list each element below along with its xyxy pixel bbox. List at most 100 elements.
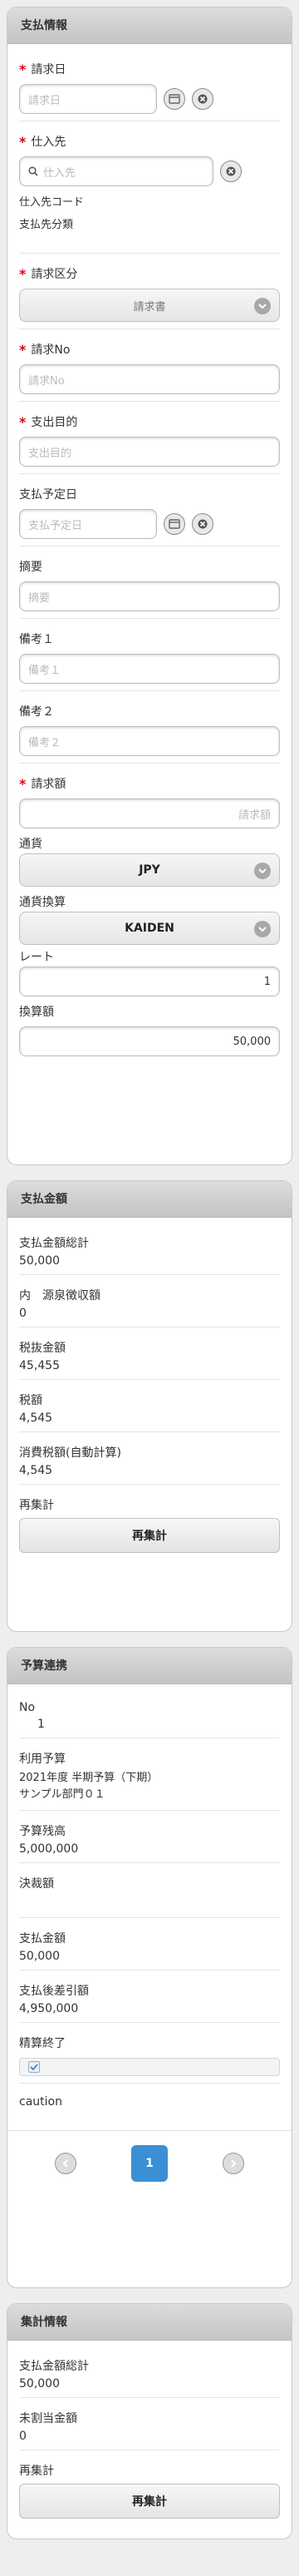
total-field: 支払金額総計 50,000	[19, 1223, 280, 1275]
field-label: 請求額	[31, 778, 66, 791]
field-label: 摘要	[19, 561, 42, 574]
recalc-button[interactable]: 再集計	[19, 2484, 280, 2519]
supplier-class-label: 支払先分類	[19, 219, 74, 231]
conversion-label: 通貨換算	[19, 896, 66, 909]
field-label: 支払金額	[19, 1932, 66, 1946]
used-budget-field: 利用予算 2021年度 半期予算（下期） サンプル部門０１	[19, 1738, 280, 1811]
invoice-no-field: * 請求No 請求No	[19, 329, 280, 402]
field-value: 0	[19, 1307, 27, 1320]
required-mark: *	[19, 775, 27, 792]
required-mark: *	[19, 61, 27, 77]
summary-info-panel: 集計情報 支払金額総計 50,000 未割当金額 0 再集計 再集計	[7, 2303, 292, 2539]
supplier-code-label: 仕入先コード	[19, 196, 85, 209]
caution-label: caution	[19, 2095, 62, 2109]
field-label: 精算終了	[19, 2037, 66, 2050]
invoice-no-input[interactable]: 請求No	[19, 364, 280, 394]
field-value: 45,455	[19, 1359, 60, 1372]
payment-info-panel: 支払情報 * 請求日 請求日 * 仕入先 仕入先 仕入先コード 支払先分類 * …	[7, 7, 292, 1165]
field-value: 5,000,000	[19, 1842, 79, 1856]
field-value: 4,950,000	[19, 2002, 79, 2015]
supplier-field: * 仕入先 仕入先 仕入先コード 支払先分類	[19, 121, 280, 254]
note1-input[interactable]: 備考１	[19, 654, 280, 684]
summary-input[interactable]: 摘要	[19, 581, 280, 611]
calendar-icon[interactable]	[164, 513, 185, 535]
next-page-button[interactable]	[223, 2152, 244, 2174]
clear-icon[interactable]	[192, 88, 213, 110]
converted-label: 換算額	[19, 1006, 54, 1019]
approved-field: 決裁額	[19, 1863, 280, 1918]
field-label: 備考２	[19, 705, 54, 719]
conversion-select[interactable]: KAIDEN	[19, 912, 280, 945]
due-date-field: 支払予定日 支払予定日	[19, 474, 280, 546]
summary-total-field: 支払金額総計 50,000	[19, 2346, 280, 2398]
required-mark: *	[19, 341, 27, 358]
field-label: 備考１	[19, 633, 54, 646]
invoice-date-field: * 請求日 請求日	[19, 49, 280, 121]
field-label: 決裁額	[19, 1877, 54, 1891]
due-date-input[interactable]: 支払予定日	[19, 509, 157, 539]
calendar-icon[interactable]	[164, 88, 185, 110]
budget-no-field: No 1	[19, 1689, 280, 1738]
settled-checkbox[interactable]	[28, 2061, 40, 2073]
field-value: 4,545	[19, 1464, 53, 1477]
rate-input[interactable]: 1	[19, 967, 280, 996]
field-value: 50,000	[19, 2377, 60, 2391]
field-value: 50,000	[19, 1254, 60, 1268]
invoice-date-input[interactable]: 請求日	[19, 84, 157, 114]
chevron-left-icon	[62, 2158, 68, 2168]
withholding-field: 内 源泉徴収額 0	[19, 1275, 280, 1328]
consumption-tax-field: 消費税額(自動計算) 4,545	[19, 1432, 280, 1485]
used-budget-line1: 2021年度 半期予算（下期）	[19, 1772, 159, 1784]
chevron-right-icon	[231, 2158, 237, 2168]
summary-recalc-field: 再集計 再集計	[19, 2450, 280, 2525]
field-label: 支出目的	[31, 416, 78, 429]
converted-input[interactable]: 50,000	[19, 1026, 280, 1056]
note2-input[interactable]: 備考２	[19, 726, 280, 756]
field-label: 再集計	[19, 1499, 54, 1512]
currency-select[interactable]: JPY	[19, 853, 280, 887]
currency-label: 通貨	[19, 838, 42, 851]
field-value: 4,545	[19, 1412, 53, 1425]
required-mark: *	[19, 413, 27, 430]
field-value: 1	[37, 1718, 45, 1731]
field-label: 予算残高	[19, 1825, 66, 1838]
field-value: 50,000	[19, 1950, 60, 1963]
used-budget-line2: サンプル部門０１	[19, 1788, 105, 1801]
field-label: 支払金額総計	[19, 1237, 89, 1250]
field-label: 請求日	[31, 63, 66, 77]
pagination: 1	[7, 2130, 292, 2195]
required-mark: *	[19, 133, 27, 150]
note2-field: 備考２ 備考２	[19, 691, 280, 764]
payment-amount-panel: 支払金額 支払金額総計 50,000 内 源泉徴収額 0 税抜金額 45,455…	[7, 1180, 292, 1632]
purpose-input[interactable]: 支出目的	[19, 437, 280, 467]
supplier-search-input[interactable]: 仕入先	[19, 156, 213, 186]
unassigned-field: 未割当金額 0	[19, 2398, 280, 2450]
current-page-button[interactable]: 1	[131, 2144, 168, 2182]
chevron-down-icon	[254, 298, 271, 314]
panel-title: 予算連携	[7, 1648, 292, 1684]
prev-page-button[interactable]	[55, 2152, 76, 2174]
recalc-button[interactable]: 再集計	[19, 1518, 280, 1553]
paid-field: 支払金額 50,000	[19, 1918, 280, 1970]
budget-panel: 予算連携 No 1 利用予算 2021年度 半期予算（下期） サンプル部門０１ …	[7, 1647, 292, 2288]
chevron-down-icon	[254, 921, 271, 937]
invoice-type-select[interactable]: 請求書	[19, 289, 280, 322]
field-label: 支払後差引額	[19, 1985, 89, 1998]
clear-icon[interactable]	[220, 161, 242, 182]
field-label: 支払予定日	[19, 488, 77, 502]
invoice-type-field: * 請求区分 請求書	[19, 254, 280, 329]
field-label: No	[19, 1701, 36, 1714]
caution-field: caution	[19, 2084, 280, 2130]
field-value: 0	[19, 2430, 27, 2443]
field-label: 未割当金額	[19, 2412, 77, 2425]
tax-field: 税額 4,545	[19, 1380, 280, 1432]
invoice-amount-input[interactable]: 請求額	[19, 799, 280, 828]
panel-title: 集計情報	[7, 2304, 292, 2341]
settled-field: 精算終了	[19, 2023, 280, 2084]
field-label: 利用予算	[19, 1753, 66, 1766]
pretax-field: 税抜金額 45,455	[19, 1328, 280, 1380]
purpose-field: * 支出目的 支出目的	[19, 402, 280, 474]
clear-icon[interactable]	[192, 513, 213, 535]
field-label: 仕入先	[31, 136, 66, 149]
field-label: 請求No	[31, 344, 71, 357]
